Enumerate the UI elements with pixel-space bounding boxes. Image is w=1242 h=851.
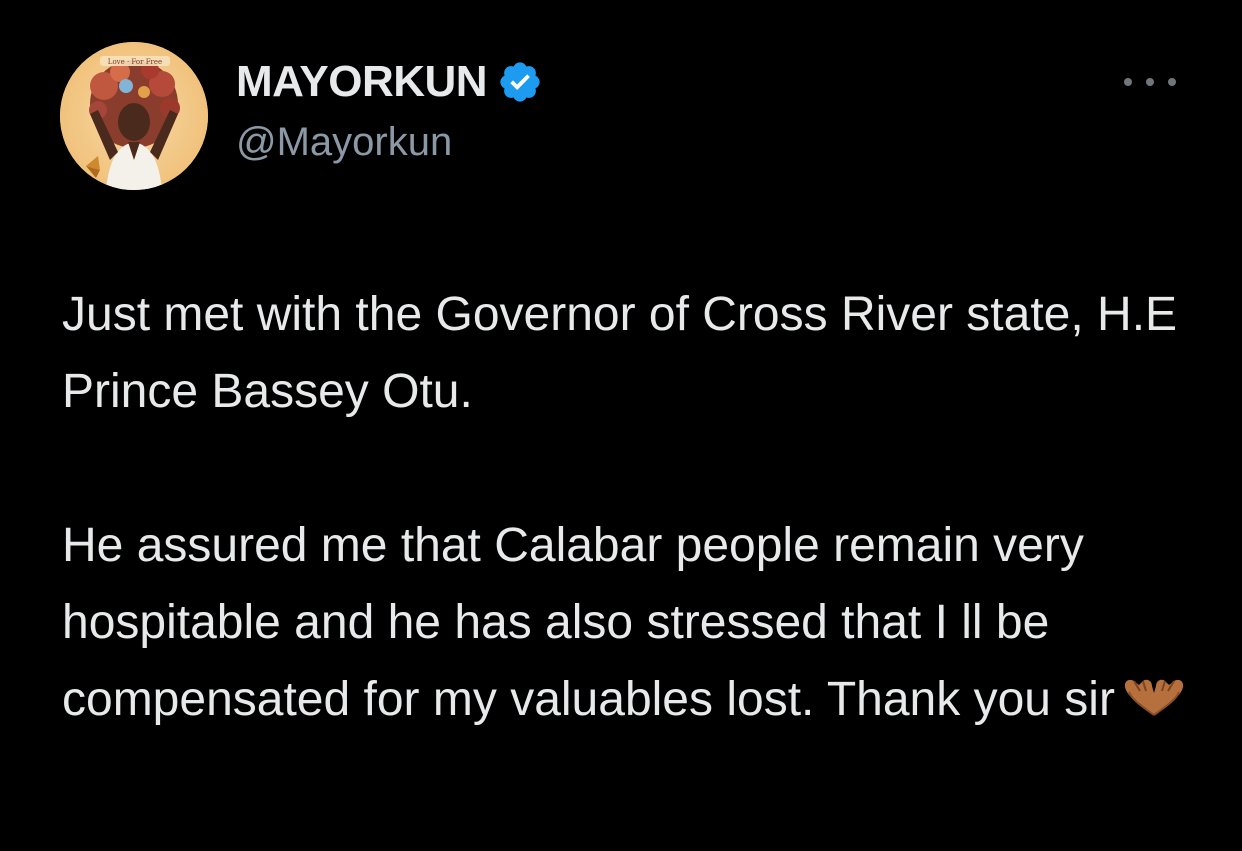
avatar[interactable]: Love · For Free <box>60 42 208 190</box>
ellipsis-dot <box>1124 78 1132 86</box>
tweet-paragraph-text: He assured me that Calabar people remain… <box>62 519 1115 726</box>
tweet: Love · For Free MAYORKUN @Mayorkun Just … <box>0 0 1242 851</box>
verified-badge-icon <box>497 59 543 105</box>
tweet-paragraph: He assured me that Calabar people remain… <box>62 507 1202 738</box>
ellipsis-dot <box>1146 78 1154 86</box>
tweet-paragraph: Just met with the Governor of Cross Rive… <box>62 288 1178 418</box>
author-handle[interactable]: @Mayorkun <box>236 118 543 166</box>
ellipsis-dot <box>1168 78 1176 86</box>
avatar-illustration: Love · For Free <box>60 42 208 190</box>
author-display-name[interactable]: MAYORKUN <box>236 56 488 108</box>
tweet-header: MAYORKUN @Mayorkun <box>236 56 543 166</box>
author-name-row: MAYORKUN <box>236 56 543 108</box>
ellipsis-icon[interactable] <box>1124 70 1176 94</box>
heart-hands-icon <box>1119 665 1189 716</box>
tweet-text: Just met with the Governor of Cross Rive… <box>62 276 1202 738</box>
svg-text:Love · For Free: Love · For Free <box>108 58 162 66</box>
